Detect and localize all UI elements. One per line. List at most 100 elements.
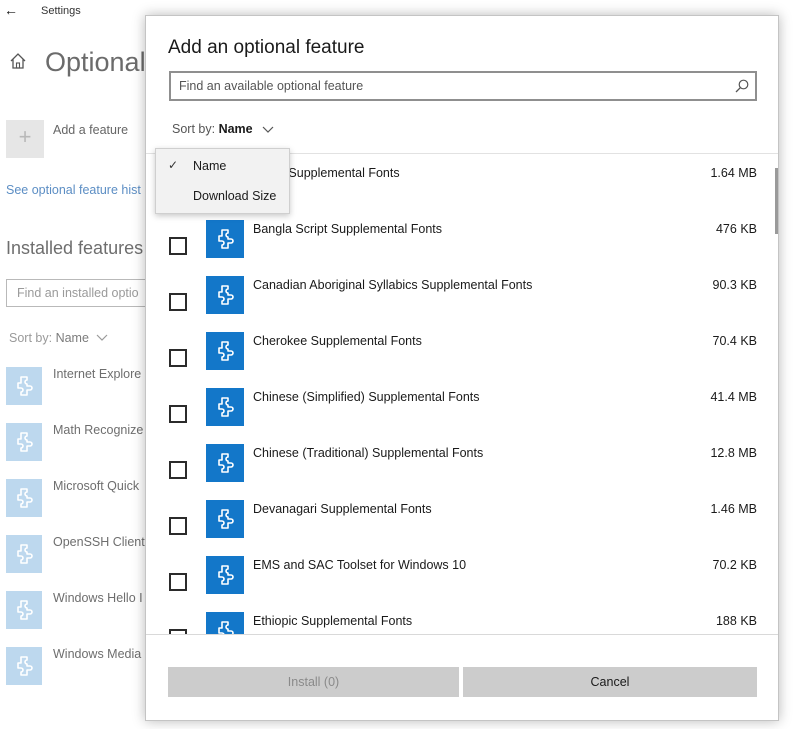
dialog-sort-control[interactable]: Sort by: Name bbox=[172, 122, 274, 136]
feature-row[interactable]: Bangla Script Supplemental Fonts 476 KB bbox=[146, 210, 778, 266]
add-optional-feature-dialog: Add an optional feature Find an availabl… bbox=[145, 15, 779, 721]
puzzle-gear-icon bbox=[17, 656, 33, 676]
back-arrow-icon[interactable]: ← bbox=[4, 2, 18, 18]
install-button[interactable]: Install (0) bbox=[168, 667, 459, 697]
title-bar: ← Settings bbox=[0, 0, 160, 24]
cancel-button[interactable]: Cancel bbox=[463, 667, 757, 697]
feature-checkbox[interactable] bbox=[169, 573, 187, 591]
feature-checkbox[interactable] bbox=[169, 237, 187, 255]
installed-features-heading: Installed features bbox=[6, 238, 144, 258]
feature-name: Canadian Aboriginal Syllabics Supplement… bbox=[253, 278, 533, 292]
feature-history-link[interactable]: See optional feature hist bbox=[6, 183, 141, 197]
feature-row[interactable]: Chinese (Simplified) Supplemental Fonts … bbox=[146, 378, 778, 434]
feature-name: Ethiopic Supplemental Fonts bbox=[253, 614, 413, 628]
installed-item[interactable]: Windows Media bbox=[6, 647, 166, 687]
installed-item-name: Internet Explore bbox=[53, 367, 142, 381]
installed-item-name: Windows Media bbox=[53, 647, 142, 661]
available-feature-search-input[interactable]: Find an available optional feature bbox=[169, 71, 757, 101]
feature-tile bbox=[206, 220, 244, 258]
puzzle-gear-icon bbox=[218, 397, 234, 417]
feature-tile bbox=[206, 612, 244, 634]
installed-item[interactable]: Microsoft Quick bbox=[6, 479, 166, 519]
puzzle-gear-icon bbox=[218, 285, 234, 305]
feature-size: 41.4 MB bbox=[710, 390, 757, 404]
sort-dropdown-menu: ✓ Name Download Size bbox=[155, 148, 290, 214]
feature-tile bbox=[6, 591, 42, 629]
installed-item-name: Microsoft Quick bbox=[53, 479, 140, 493]
sort-option-label: Download Size bbox=[193, 189, 277, 203]
sort-label: Sort by: bbox=[9, 331, 53, 345]
feature-tile bbox=[6, 367, 42, 405]
puzzle-gear-icon bbox=[17, 488, 33, 508]
sort-option-name[interactable]: ✓ Name bbox=[156, 153, 289, 181]
feature-checkbox[interactable] bbox=[169, 405, 187, 423]
footer-divider bbox=[146, 634, 778, 635]
installed-item[interactable]: Math Recognize bbox=[6, 423, 166, 463]
puzzle-gear-icon bbox=[218, 565, 234, 585]
feature-tile bbox=[206, 556, 244, 594]
installed-item[interactable]: Windows Hello I bbox=[6, 591, 166, 631]
feature-row[interactable]: Devanagari Supplemental Fonts 1.46 MB bbox=[146, 490, 778, 546]
sort-value: Name bbox=[55, 331, 89, 345]
feature-size: 70.2 KB bbox=[712, 558, 757, 572]
feature-name: Chinese (Simplified) Supplemental Fonts bbox=[253, 390, 480, 404]
feature-name: Bangla Script Supplemental Fonts bbox=[253, 222, 442, 236]
feature-size: 476 KB bbox=[715, 222, 757, 236]
feature-row[interactable]: Cherokee Supplemental Fonts 70.4 KB bbox=[146, 322, 778, 378]
puzzle-gear-icon bbox=[17, 600, 33, 620]
feature-size: 70.4 KB bbox=[712, 334, 757, 348]
feature-name: EMS and SAC Toolset for Windows 10 bbox=[253, 558, 467, 572]
puzzle-gear-icon bbox=[218, 509, 234, 529]
feature-row[interactable]: Ethiopic Supplemental Fonts 188 KB bbox=[146, 602, 778, 634]
feature-row[interactable]: Canadian Aboriginal Syllabics Supplement… bbox=[146, 266, 778, 322]
dialog-title: Add an optional feature bbox=[168, 37, 365, 58]
feature-tile bbox=[6, 423, 42, 461]
feature-name: Chinese (Traditional) Supplemental Fonts bbox=[253, 446, 484, 460]
feature-size: 188 KB bbox=[715, 614, 757, 628]
search-placeholder: Find an available optional feature bbox=[179, 79, 364, 93]
installed-item[interactable]: OpenSSH Client bbox=[6, 535, 166, 575]
installed-item[interactable]: Internet Explore bbox=[6, 367, 166, 407]
puzzle-gear-icon bbox=[218, 453, 234, 473]
feature-checkbox[interactable] bbox=[169, 461, 187, 479]
app-title: Settings bbox=[41, 5, 81, 17]
checkmark-icon: ✓ bbox=[168, 158, 179, 172]
list-scrollbar[interactable] bbox=[775, 168, 778, 234]
puzzle-gear-icon bbox=[218, 341, 234, 361]
chevron-down-icon bbox=[262, 126, 274, 133]
installed-item-name: OpenSSH Client bbox=[53, 535, 145, 549]
add-feature-label[interactable]: Add a feature bbox=[53, 123, 128, 137]
feature-size: 1.46 MB bbox=[710, 502, 757, 516]
sort-option-label: Name bbox=[193, 159, 227, 173]
puzzle-gear-icon bbox=[17, 376, 33, 396]
installed-item-name: Math Recognize bbox=[53, 423, 144, 437]
feature-tile bbox=[6, 535, 42, 573]
feature-checkbox[interactable] bbox=[169, 517, 187, 535]
feature-tile bbox=[206, 444, 244, 482]
page-title: Optional bbox=[45, 47, 146, 77]
feature-name: Cherokee Supplemental Fonts bbox=[253, 334, 422, 348]
feature-checkbox[interactable] bbox=[169, 293, 187, 311]
feature-size: 90.3 KB bbox=[712, 278, 757, 292]
installed-item-name: Windows Hello I bbox=[53, 591, 143, 605]
puzzle-gear-icon bbox=[218, 621, 234, 634]
feature-tile bbox=[206, 276, 244, 314]
feature-tile bbox=[6, 647, 42, 685]
feature-checkbox[interactable] bbox=[169, 349, 187, 367]
feature-tile bbox=[206, 332, 244, 370]
search-icon[interactable] bbox=[734, 78, 750, 94]
feature-row[interactable]: Chinese (Traditional) Supplemental Fonts… bbox=[146, 434, 778, 490]
feature-row[interactable]: EMS and SAC Toolset for Windows 10 70.2 … bbox=[146, 546, 778, 602]
feature-tile bbox=[206, 388, 244, 426]
sort-option-download-size[interactable]: Download Size bbox=[156, 183, 289, 211]
feature-name: Devanagari Supplemental Fonts bbox=[253, 502, 432, 516]
home-icon[interactable] bbox=[9, 52, 27, 70]
feature-size: 12.8 MB bbox=[710, 446, 757, 460]
installed-sort-control[interactable]: Sort by: Name bbox=[9, 331, 108, 345]
chevron-down-icon bbox=[96, 334, 108, 341]
feature-size: 1.64 MB bbox=[710, 166, 757, 180]
add-feature-button[interactable]: + bbox=[6, 120, 44, 158]
sort-value: Name bbox=[218, 122, 253, 136]
puzzle-gear-icon bbox=[17, 544, 33, 564]
installed-search-input[interactable]: Find an installed optio bbox=[6, 279, 156, 307]
